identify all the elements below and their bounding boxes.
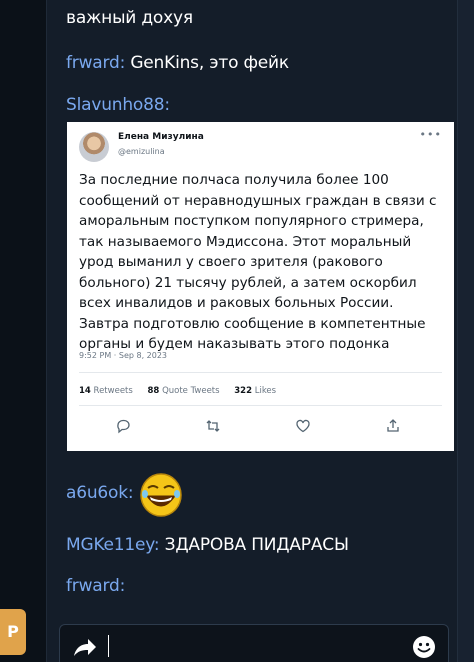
more-icon: ••• (419, 128, 442, 141)
scrollbar[interactable] (457, 0, 474, 662)
chat-message: Slavunho88: (66, 95, 170, 115)
tweet-handle: @emizulina (118, 147, 165, 156)
quotes-count: 88 (147, 386, 160, 396)
app-root: Р важный дохуя frward: GenKins, это фейк… (0, 0, 474, 662)
tweet-author-name: Елена Мизулина (118, 132, 204, 142)
chat-message: важный дохуя (66, 8, 193, 28)
divider (79, 405, 442, 406)
message-text: ЗДАРОВА ПИДАРАСЫ (159, 535, 349, 555)
quotes-stat: 88 Quote Tweets (148, 386, 220, 396)
retweet-icon (206, 420, 220, 432)
retweets-label: Retweets (93, 386, 133, 396)
chat-input[interactable] (59, 624, 449, 662)
sidebar-tab[interactable]: Р (0, 609, 26, 655)
share-icon (387, 419, 399, 432)
reply-icon (117, 419, 130, 434)
text-caret (108, 635, 109, 657)
likes-stat: 322 Likes (234, 386, 276, 396)
retweets-count: 14 (79, 386, 91, 396)
chat-panel: важный дохуя frward: GenKins, это фейк S… (47, 0, 457, 662)
laughing-emoji-icon (140, 473, 182, 517)
likes-count: 322 (234, 386, 253, 396)
tweet-stats: 14 Retweets 88 Quote Tweets 322 Likes (79, 386, 288, 396)
chat-message: frward: (66, 576, 125, 596)
username[interactable]: Slavunho88: (66, 95, 170, 115)
chat-message: MGKe11ey: ЗДАРОВА ПИДАРАСЫ (66, 535, 349, 555)
username[interactable]: MGKe11ey: (66, 535, 160, 555)
left-sidebar: Р (0, 0, 46, 662)
username[interactable]: frward: (66, 53, 125, 73)
quotes-label: Quote Tweets (162, 386, 220, 396)
share-arrow-icon[interactable] (72, 637, 98, 659)
retweets-stat: 14 Retweets (79, 386, 133, 396)
likes-label: Likes (254, 386, 277, 396)
tweet-body: За последние полчаса получила более 100 … (79, 172, 437, 352)
like-icon (296, 419, 310, 433)
message-text: GenKins, это фейк (125, 53, 289, 73)
tweet-timestamp: 9:52 PM · Sep 8, 2023 (79, 351, 168, 360)
username[interactable]: frward: (66, 576, 125, 596)
username[interactable]: a6u6ok: (66, 483, 134, 503)
tweet-actions (115, 418, 415, 434)
avatar (79, 132, 109, 162)
tweet-screenshot[interactable]: Елена Мизулина @emizulina ••• За последн… (67, 122, 454, 451)
message-text: важный дохуя (66, 8, 193, 28)
chat-message: frward: GenKins, это фейк (66, 53, 289, 73)
divider (79, 372, 442, 373)
smiley-icon[interactable] (412, 635, 436, 659)
chat-message: a6u6ok: (66, 483, 134, 503)
